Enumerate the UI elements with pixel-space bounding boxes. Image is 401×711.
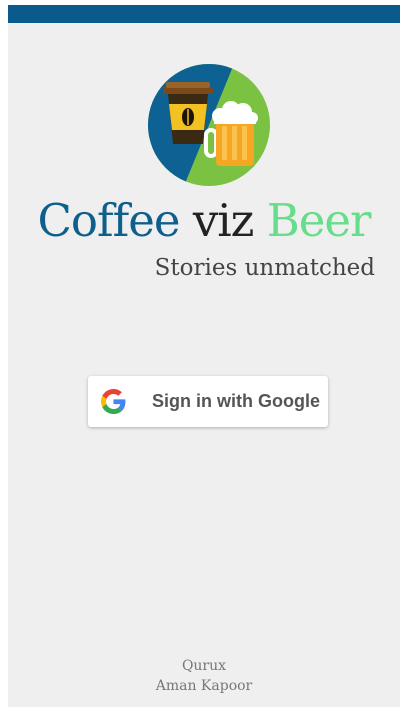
title-coffee: Coffee — [37, 194, 180, 247]
status-bar — [8, 5, 400, 23]
title-beer: Beer — [266, 194, 372, 247]
sign-in-with-google-button[interactable]: Sign in with Google — [88, 376, 328, 427]
app-title: Coffee viz Beer — [8, 193, 400, 249]
coffee-beer-logo — [148, 64, 270, 186]
tagline: Stories unmatched — [154, 255, 375, 281]
footer: Qurux Aman Kapoor — [8, 656, 400, 696]
google-g-icon — [101, 389, 126, 414]
sign-in-label: Sign in with Google — [152, 391, 320, 411]
title-viz: viz — [192, 194, 255, 247]
footer-author: Aman Kapoor — [155, 678, 253, 694]
footer-company: Qurux — [181, 658, 227, 674]
app-screen: Coffee viz Beer Stories unmatched Sign i… — [8, 5, 400, 707]
